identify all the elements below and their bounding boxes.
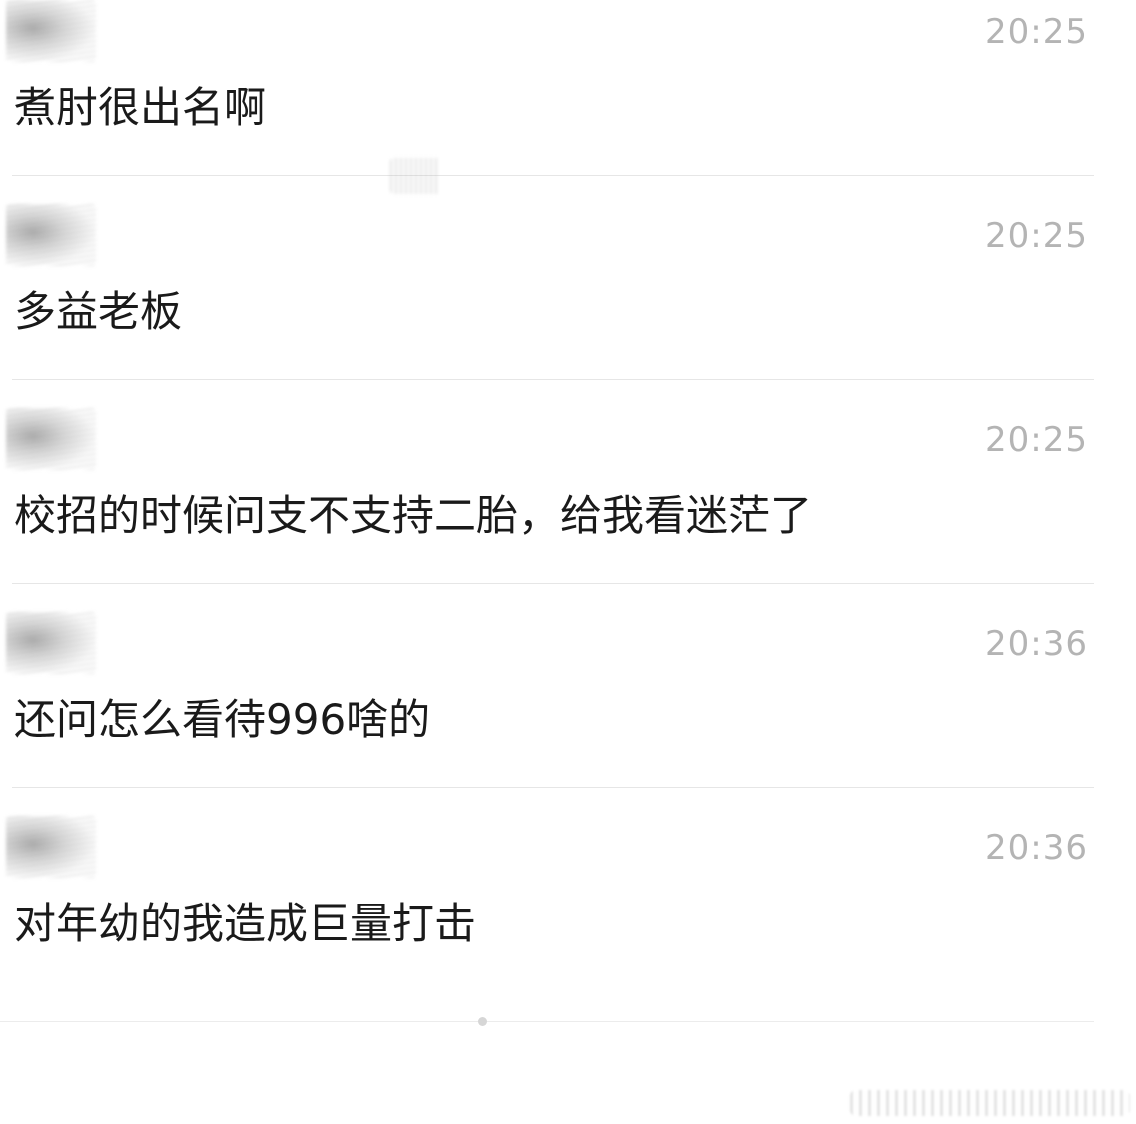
message-divider [12,787,1094,788]
avatar[interactable] [6,204,96,266]
avatar[interactable] [6,612,96,674]
message-text: 还问怎么看待996啥的 [14,695,431,744]
message-time: 20:25 [985,12,1088,52]
avatar[interactable] [6,816,96,878]
avatar[interactable] [6,408,96,470]
message-text: 校招的时候问支不支持二胎，给我看迷茫了 [14,491,813,540]
message-item[interactable]: 20:25 多益老板 [0,204,1136,408]
avatar[interactable] [6,0,96,62]
watermark [850,1090,1130,1116]
blurred-region [390,158,440,194]
message-time: 20:25 [985,420,1088,460]
message-text: 对年幼的我造成巨量打击 [14,899,477,948]
message-divider [12,175,1094,176]
message-time: 20:36 [985,828,1088,868]
page-indicator-dot [478,1017,487,1026]
message-divider [12,379,1094,380]
message-text: 多益老板 [14,287,183,336]
message-text: 煮肘很出名啊 [14,83,267,132]
message-divider [12,583,1094,584]
message-time: 20:25 [985,216,1088,256]
message-item[interactable]: 20:36 对年幼的我造成巨量打击 [0,816,1136,1020]
list-end-divider [0,1021,1094,1022]
message-item[interactable]: 20:36 还问怎么看待996啥的 [0,612,1136,816]
message-item[interactable]: 20:25 校招的时候问支不支持二胎，给我看迷茫了 [0,408,1136,612]
message-item[interactable]: 20:25 煮肘很出名啊 [0,0,1136,204]
message-time: 20:36 [985,624,1088,664]
